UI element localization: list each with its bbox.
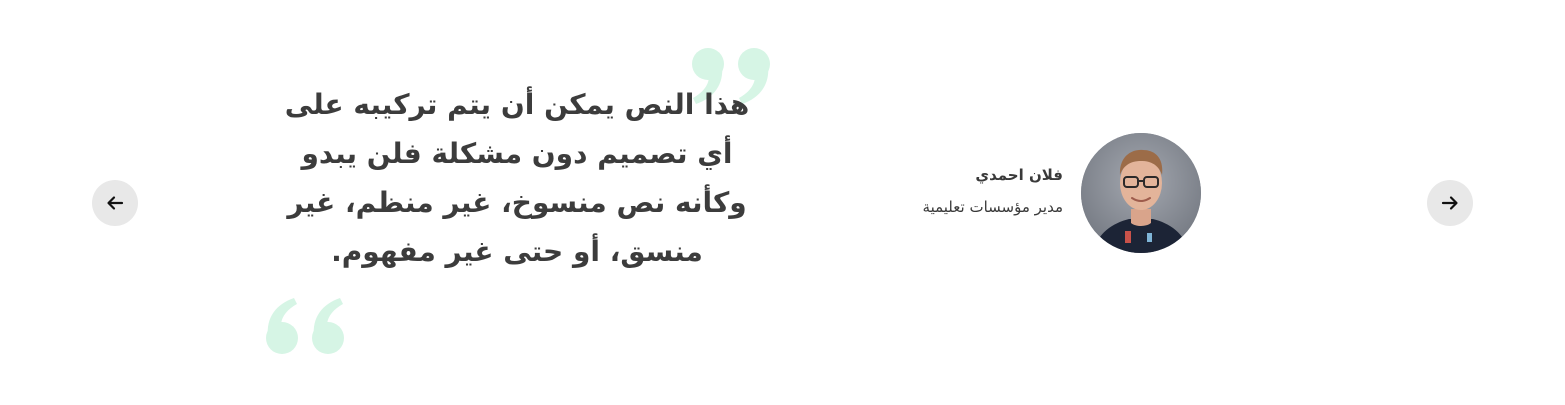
next-button[interactable] xyxy=(1427,180,1473,226)
arrow-right-icon xyxy=(1441,196,1458,210)
testimonial-quote: هذا النص يمكن أن يتم تركيبه على أي تصميم… xyxy=(284,88,750,268)
arrow-left-icon xyxy=(107,196,124,210)
previous-button[interactable] xyxy=(92,180,138,226)
author-role: مدير مؤسسات تعليمية xyxy=(922,198,1063,216)
avatar xyxy=(1081,133,1201,253)
opening-quote-icon xyxy=(262,296,354,361)
author-info: فلان احمدي مدير مؤسسات تعليمية xyxy=(860,160,1063,224)
author-name: فلان احمدي xyxy=(975,166,1063,184)
